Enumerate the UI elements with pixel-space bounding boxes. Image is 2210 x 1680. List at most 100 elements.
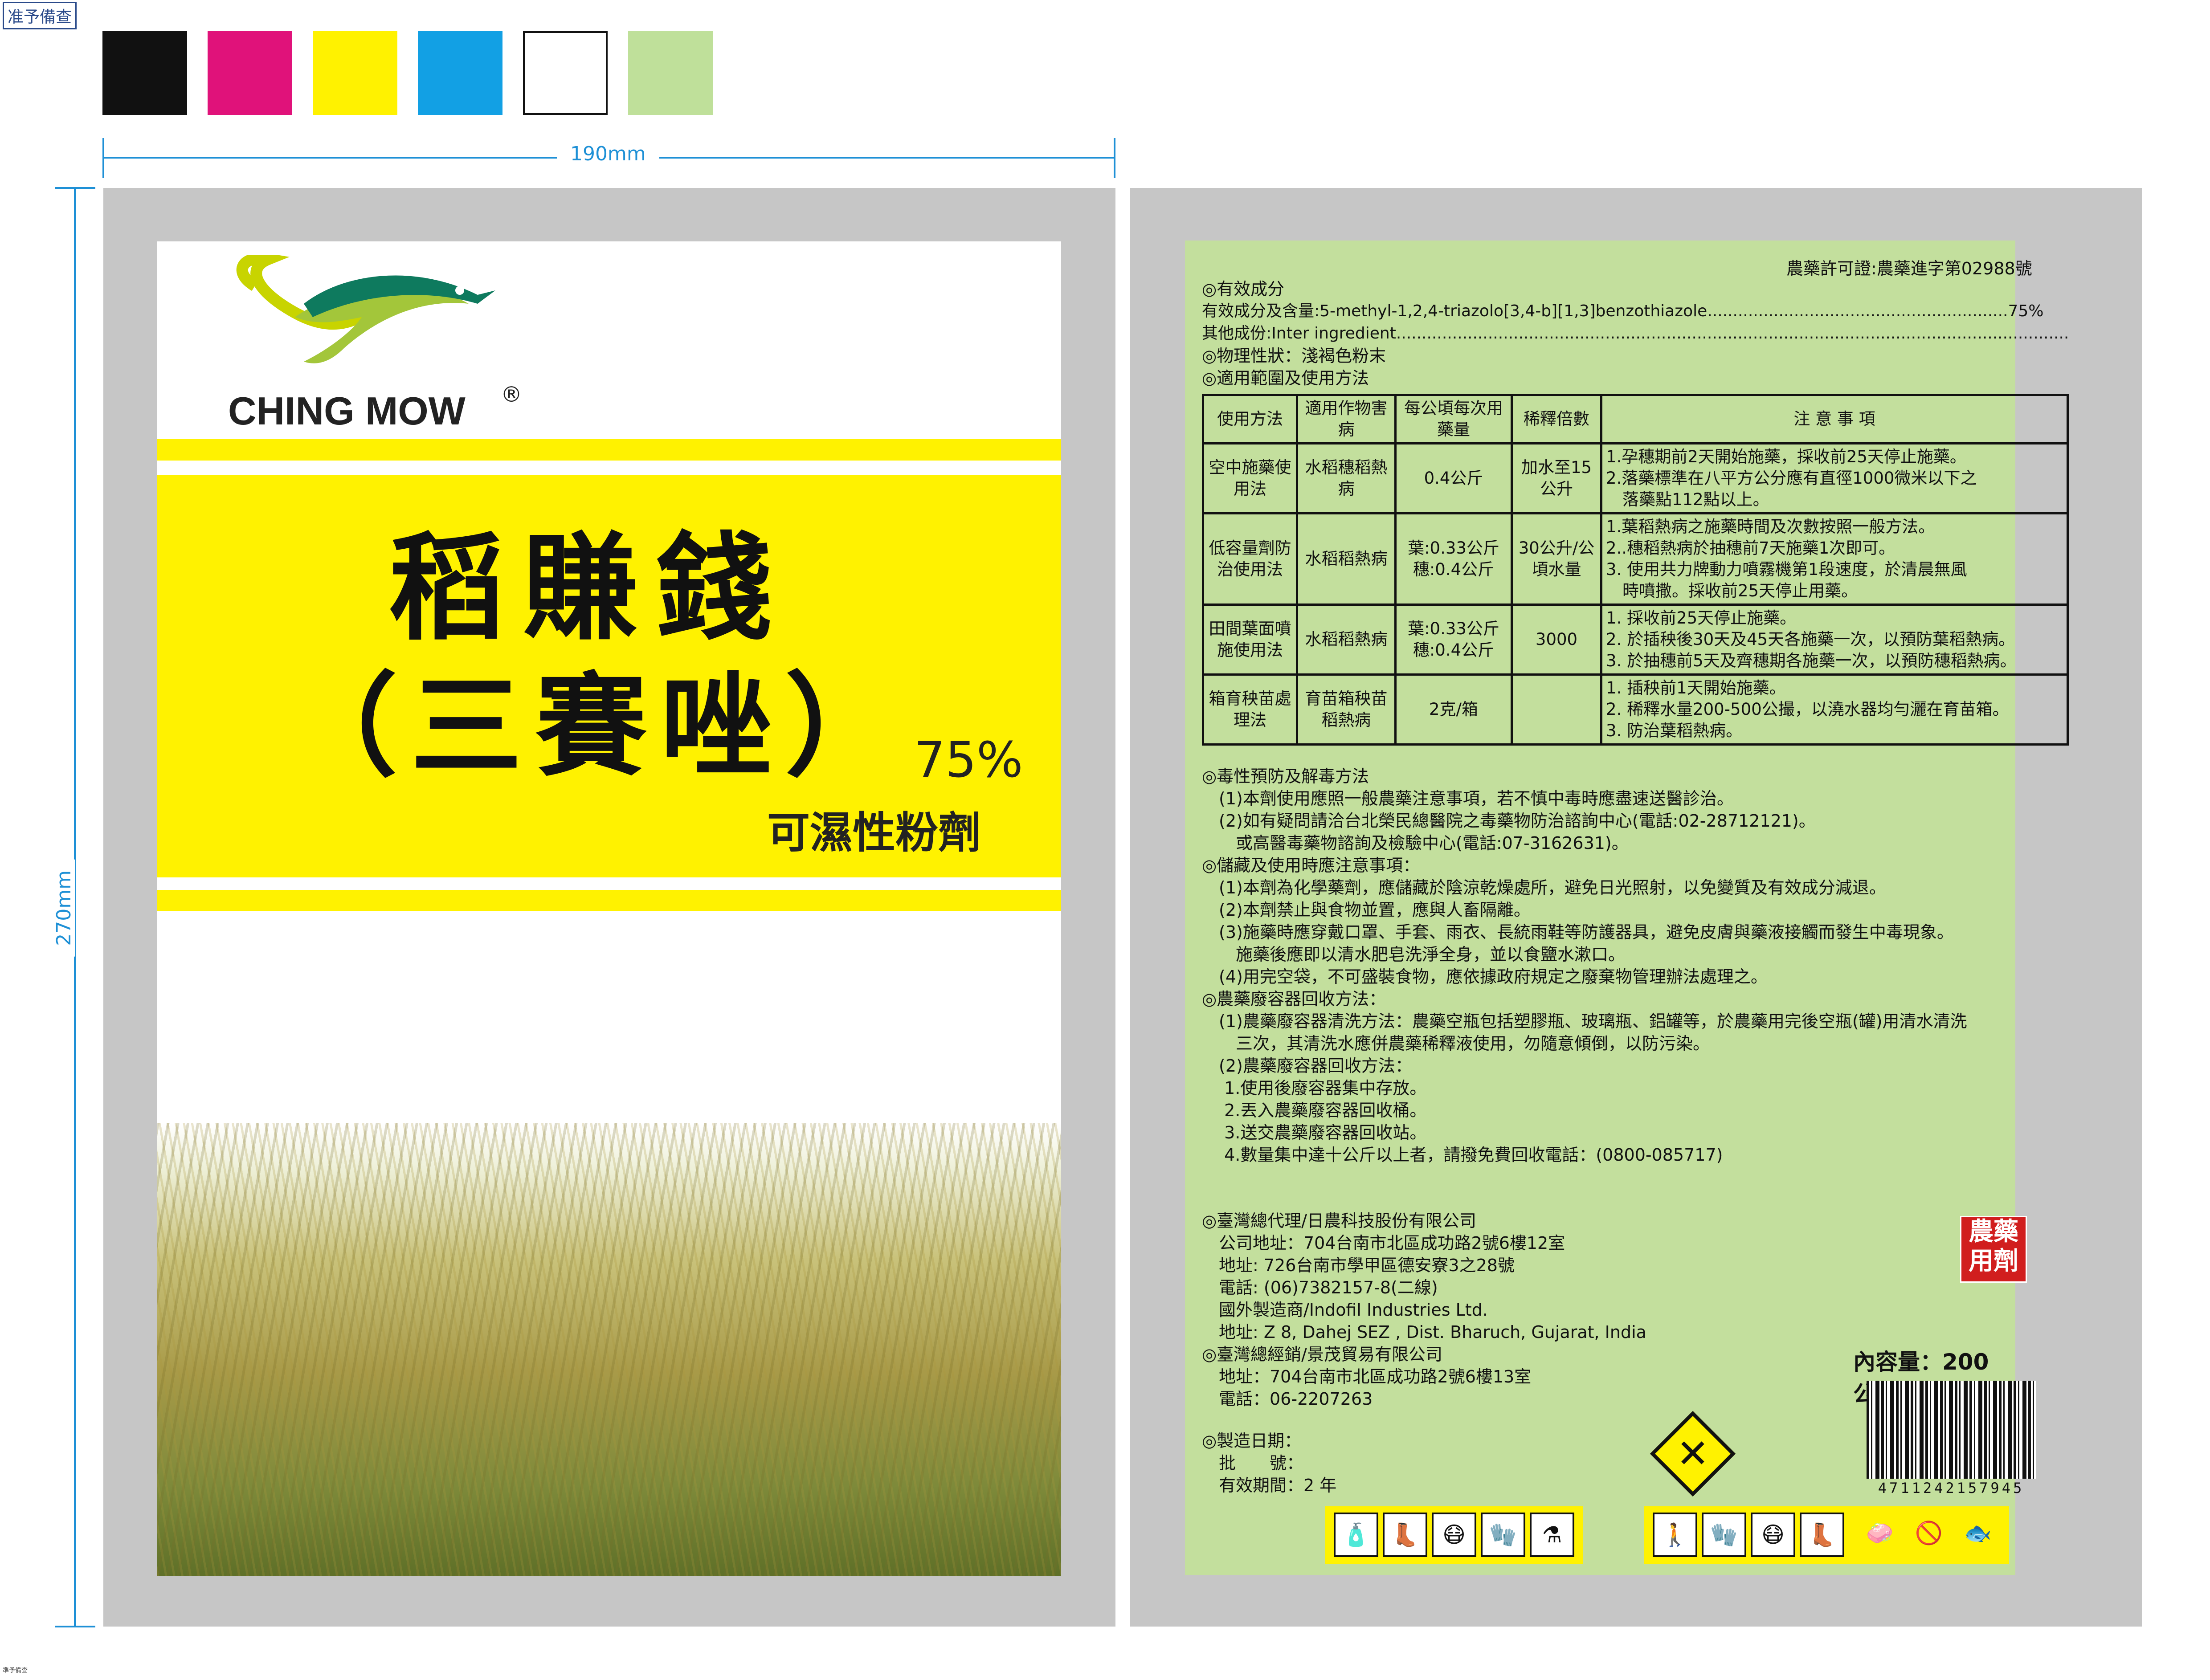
company-line: 電話: (06)7382157-8(二線) (1202, 1278, 1438, 1297)
text-line: 1.使用後廢容器集中存放。 (1202, 1078, 1427, 1098)
table-cell: 3000 (1511, 603, 1602, 676)
bottom-footnote: 準予備查 (3, 1667, 28, 1674)
table-cell: 2克/箱 (1394, 673, 1513, 746)
text-line: ◎儲藏及使用時應注意事項： (1202, 856, 1420, 875)
table-cell: 箱育秧苗處理法 (1202, 673, 1298, 746)
barcode (1867, 1381, 2036, 1479)
pictogram-boots-icon: 👢 (1800, 1513, 1844, 1557)
rice-field-image (157, 1123, 1061, 1576)
date-line: ◎製造日期： (1202, 1431, 1302, 1451)
note-line: 2. 於插秧後30天及45天各施藥一次，以預防葉稻熱病。 (1606, 630, 2015, 649)
swatch-magenta (208, 31, 292, 115)
table-header: 適用作物害病 (1296, 394, 1397, 444)
text-line: ◎農藥廢容器回收方法： (1202, 989, 1386, 1009)
back-panel: 農藥許可證:農藥進字第02988號 ◎有效成分 有效成分及含量:5-methyl… (1185, 241, 2069, 1575)
width-dimension-label: 190mm (557, 143, 659, 165)
note-line: 3. 於抽穗前5天及齊穗期各施藥一次，以預防穗稻熱病。 (1606, 651, 2017, 670)
text-line: (2)如有疑問請洽台北榮民總醫院之毒藥物防治諮詢中心(電話:02-2871212… (1202, 811, 1816, 831)
table-cell-notes: 1.孕穗期前2天開始施藥，採收前25天停止施藥。 2.落藥標準在八平方公分應有直… (1600, 442, 2069, 514)
stamp-char: 劑 (1993, 1247, 2018, 1276)
company-line: 地址: 726台南市學甲區德安寮3之28號 (1202, 1256, 1515, 1275)
text-line: (1)農藥廢容器清洗方法：農藥空瓶包括塑膠瓶、玻璃瓶、鋁罐等，於農藥用完後空瓶(… (1202, 1011, 1967, 1031)
table-cell-notes: 1. 插秧前1天開始施藥。 2. 稀釋水量200-500公撮，以澆水器均勻灑在育… (1600, 673, 2069, 746)
pictogram-gloves-icon: 🧤 (1702, 1513, 1746, 1557)
stamp-char: 藥 (1993, 1217, 2018, 1246)
text-line: (2)本劑禁止與食物並置，應與人畜隔離。 (1202, 900, 1531, 920)
text-line: 3.送交農藥廢容器回收站。 (1202, 1123, 1427, 1142)
note-line: 3. 使用共力牌動力噴霧機第1段速度，於清晨無風 (1606, 560, 1967, 579)
table-cell: 加水至15公升 (1511, 442, 1602, 514)
stamp-char: 用 (1969, 1247, 1993, 1276)
formulation-type: 可濕性粉劑 (767, 808, 981, 858)
text-line: (3)施藥時應穿戴口罩、手套、雨衣、長統雨鞋等防護器具，避免皮膚與藥液接觸而發生… (1202, 922, 1954, 942)
usage-heading: ◎適用範圍及使用方法 (1202, 368, 1369, 388)
swatch-yellow (313, 31, 397, 115)
text-line: ◎毒性預防及解毒方法 (1202, 767, 1369, 786)
table-cell: 田間葉面噴施使用法 (1202, 603, 1298, 676)
text-line: 2.丟入農藥廢容器回收桶。 (1202, 1101, 1427, 1120)
pictogram-fish-hazard-icon: 🐟 (1964, 1520, 1992, 1546)
table-row: 箱育秧苗處理法 育苗箱秧苗稻熱病 2克/箱 1. 插秧前1天開始施藥。 2. 稀… (1202, 673, 2069, 746)
hazard-x-icon: ✕ (1676, 1431, 1709, 1476)
note-line: 3. 防治葉稻熱病。 (1606, 721, 1743, 740)
company-info: ◎臺灣總代理/日農科技股份有限公司 公司地址：704台南市北區成功路2號6樓12… (1202, 1210, 1646, 1410)
text-line: (1)本劑為化學藥劑，應儲藏於陰涼乾燥處所，避免日光照射，以免變質及有效成分減退… (1202, 878, 1886, 897)
pictogram-gloves-icon: 🧤 (1481, 1513, 1525, 1557)
pictogram-wash-icon: 🧼 (1866, 1520, 1894, 1546)
table-header: 注 意 事 項 (1600, 394, 2069, 444)
pictogram-spraying-icon: 🚶 (1653, 1513, 1697, 1557)
table-cell-notes: 1. 採收前25天停止施藥。 2. 於插秧後30天及45天各施藥一次，以預防葉稻… (1600, 603, 2069, 676)
table-cell: 葉:0.33公斤 穗:0.4公斤 (1394, 512, 1513, 606)
yellow-stripe-bottom (157, 890, 1061, 911)
pictogram-boots-icon: 👢 (1383, 1513, 1427, 1557)
registered-mark: ® (501, 382, 522, 407)
table-cell: 空中施藥使用法 (1202, 442, 1298, 514)
company-line: 地址: Z 8, Dahej SEZ , Dist. Bharuch, Guja… (1202, 1322, 1646, 1342)
company-line: 公司地址：704台南市北區成功路2號6樓12室 (1202, 1233, 1565, 1253)
note-line: 2..穗稻熱病於抽穗前7天施藥1次即可。 (1606, 538, 1895, 558)
pictogram-mask-icon: 😷 (1432, 1513, 1476, 1557)
company-line: 地址：704台南市北區成功路2號6樓13室 (1202, 1367, 1532, 1386)
barcode-number: 4711242157945 (1878, 1480, 2025, 1497)
approval-stamp: 准予備查 (3, 2, 77, 29)
pictogram-mask-icon: 😷 (1751, 1513, 1795, 1557)
table-row: 田間葉面噴施使用法 水稻稻熱病 葉:0.33公斤 穗:0.4公斤 3000 1.… (1202, 603, 2069, 676)
note-line: 2. 稀釋水量200-500公撮，以澆水器均勻灑在育苗箱。 (1606, 700, 2009, 719)
table-cell (1511, 673, 1602, 746)
table-cell: 水稻稻熱病 (1296, 603, 1397, 676)
date-line: 有效期間：2 年 (1202, 1476, 1337, 1495)
text-line: 施藥後應即以清水肥皂洗淨全身，並以食鹽水漱口。 (1202, 945, 1626, 964)
table-header-row: 使用方法 適用作物害病 每公頃每次用藥量 稀釋倍數 注 意 事 項 (1202, 394, 2069, 444)
pictogram-bottle-icon: 🧴 (1334, 1513, 1378, 1557)
front-panel: CHING MOW ® 稻賺錢 （三賽唑） 75% 可濕性粉劑 (157, 241, 1061, 1576)
company-line: 電話：06-2207263 (1202, 1389, 1373, 1409)
bird-logo-icon (236, 253, 495, 363)
table-cell-notes: 1.葉稻熱病之施藥時間及次數按照一般方法。 2..穗稻熱病於抽穗前7天施藥1次即… (1600, 512, 2069, 606)
pictogram-bar-right: 🚶 🧤 😷 👢 🧼 🚫 🐟 (1644, 1506, 2009, 1564)
table-cell: 水稻穗稻熱病 (1296, 442, 1397, 514)
note-line: 時噴撒。採收前25天停止用藥。 (1606, 581, 1858, 600)
table-cell: 水稻稻熱病 (1296, 512, 1397, 606)
yellow-stripe-top (157, 439, 1061, 461)
physical-state: ◎物理性狀：淺褐色粉末 (1202, 346, 1386, 366)
text-line: 4.數量集中達十公斤以上者，請撥免費回收電話：(0800-085717) (1202, 1145, 1723, 1165)
product-subname: （三賽唑） (286, 662, 910, 791)
swatch-cyan (418, 31, 502, 115)
table-cell: 葉:0.33公斤 穗:0.4公斤 (1394, 603, 1513, 676)
date-line: 批 號： (1202, 1453, 1304, 1473)
table-cell: 育苗箱秧苗稻熱病 (1296, 673, 1397, 746)
text-line: (2)農藥廢容器回收方法： (1202, 1056, 1412, 1076)
text-line: (1)本劑使用應照一般農藥注意事項，若不慎中毒時應盡速送醫診治。 (1202, 789, 1734, 808)
swatch-green (628, 31, 713, 115)
product-name: 稻賺錢 (388, 522, 789, 656)
company-line: ◎臺灣總代理/日農科技股份有限公司 (1202, 1211, 1476, 1231)
company-line: 國外製造商/Indofil Industries Ltd. (1202, 1300, 1488, 1320)
note-line: 落藥點112點以上。 (1606, 490, 1769, 509)
note-line: 1.孕穗期前2天開始施藥，採收前25天停止施藥。 (1606, 447, 1966, 466)
table-cell: 30公升/公頃水量 (1511, 512, 1602, 606)
table-cell: 0.4公斤 (1394, 442, 1513, 514)
pictogram-no-animals-icon: 🚫 (1915, 1520, 1943, 1546)
active-heading: ◎有效成分 (1202, 279, 1285, 299)
usage-table: 使用方法 適用作物害病 每公頃每次用藥量 稀釋倍數 注 意 事 項 空中施藥使用… (1202, 394, 2069, 746)
other-ingredient: 其他成份:Inter ingredient...................… (1202, 324, 2069, 343)
